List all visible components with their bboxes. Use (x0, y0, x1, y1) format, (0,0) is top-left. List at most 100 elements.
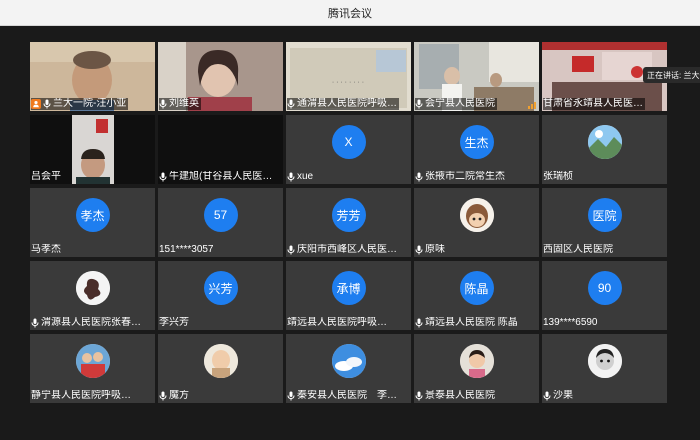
participant-avatar-image (75, 344, 110, 378)
participant-name-label: 靖远县人民医院呼吸… (287, 317, 389, 329)
participant-name-label: 靖远县人民医院 陈晶 (415, 317, 520, 329)
participant-name: 原味 (425, 244, 445, 255)
participant-tile[interactable]: · · · · · · · · 通渭县人民医院呼吸… (286, 42, 411, 111)
participant-avatar: X (331, 125, 366, 159)
participant-name-label: 刘维英 (159, 98, 201, 110)
participant-tile[interactable]: 张瑞桢 (542, 115, 667, 184)
microphone-icon (159, 99, 167, 109)
active-speaker-label: 正在讲话: 兰大一 (647, 70, 700, 80)
participant-tile[interactable]: 医院 西固区人民医院 (542, 188, 667, 257)
participant-name: 吕会平 (31, 171, 61, 182)
participant-name: 沙果 (553, 390, 573, 401)
participant-name-label: 渭源县人民医院张春… (31, 317, 143, 329)
window-titlebar: 腾讯会议 (0, 0, 700, 26)
participant-avatar-image (587, 344, 622, 378)
participant-name-label: 静宁县人民医院呼吸… (31, 390, 133, 402)
microphone-icon (159, 172, 167, 182)
participant-name: 会宁县人民医院 (425, 98, 495, 109)
participant-tile[interactable]: 魔方 (158, 334, 283, 403)
participant-tile[interactable]: 兴芳李兴芳 (158, 261, 283, 330)
participant-name: 牛建旭(甘谷县人民医… (169, 171, 273, 182)
participant-avatar: 孝杰 (75, 198, 110, 232)
participant-name-label: xue (287, 171, 315, 183)
participant-name-label: 甘肃省永靖县人民医… (543, 98, 645, 110)
microphone-icon (31, 318, 39, 328)
participant-avatar-image (587, 125, 622, 159)
participant-tile[interactable]: 渭源县人民医院张春… (30, 261, 155, 330)
participant-name: xue (297, 171, 314, 182)
participant-name-label: 139****6590 (543, 317, 600, 329)
participant-tile[interactable]: 孝杰 马孝杰 (30, 188, 155, 257)
participant-avatar-image (459, 344, 494, 378)
participant-tile[interactable]: 兰大一院-汪小亚 (30, 42, 155, 111)
participant-avatar-image (203, 344, 238, 378)
network-signal-icon (528, 102, 536, 109)
participant-name: 庆阳市西峰区人民医… (297, 244, 397, 255)
participant-name: 刘维英 (169, 98, 199, 109)
participant-name-label: 151****3057 (159, 244, 216, 256)
participant-name-label: 庆阳市西峰区人民医… (287, 244, 399, 256)
microphone-icon (415, 245, 423, 255)
participant-avatar: 承博 (331, 271, 366, 305)
participant-tile[interactable]: 57 151****3057 (158, 188, 283, 257)
participant-name: 渭源县人民医院张春… (41, 317, 141, 328)
participant-tile[interactable]: 秦安县人民医院 李… (286, 334, 411, 403)
participant-avatar-image (75, 271, 110, 305)
host-icon (31, 99, 41, 109)
participant-name: 张瑞桢 (543, 171, 573, 182)
participant-name: 西固区人民医院 (543, 244, 613, 255)
participant-avatar: 兴芳 (203, 271, 238, 305)
participant-name-label: 张掖市二院常生杰 (415, 171, 507, 183)
participant-name-label: 兰大一院-汪小亚 (31, 98, 129, 110)
microphone-icon (287, 245, 295, 255)
microphone-icon (415, 318, 423, 328)
participant-name-label: 沙果 (543, 390, 575, 402)
microphone-icon (543, 391, 551, 401)
participant-name-label: 原味 (415, 244, 447, 256)
participant-name-label: 通渭县人民医院呼吸… (287, 98, 399, 110)
window-title: 腾讯会议 (328, 7, 372, 20)
participant-tile[interactable]: 刘维英 (158, 42, 283, 111)
microphone-icon (287, 172, 295, 182)
participant-tile[interactable]: 生杰张掖市二院常生杰 (414, 115, 539, 184)
microphone-icon (415, 172, 423, 182)
participant-name: 151****3057 (159, 244, 214, 255)
participant-avatar: 生杰 (459, 125, 494, 159)
microphone-icon (287, 391, 295, 401)
participant-tile[interactable]: 90 139****6590 (542, 261, 667, 330)
participant-grid: 兰大一院-汪小亚 刘维英 · · · · · · · · 通渭县人民医院呼吸… 会宁县人… (30, 42, 667, 403)
participant-tile[interactable]: 景泰县人民医院 (414, 334, 539, 403)
microphone-icon (43, 99, 51, 109)
participant-name: 魔方 (169, 390, 189, 401)
participant-name-label: 吕会平 (31, 171, 63, 183)
microphone-icon (415, 99, 423, 109)
participant-tile[interactable]: 陈晶靖远县人民医院 陈晶 (414, 261, 539, 330)
participant-name-label: 会宁县人民医院 (415, 98, 497, 110)
participant-name: 甘肃省永靖县人民医… (543, 98, 643, 109)
participant-name: 139****6590 (543, 317, 598, 328)
participant-name-label: 西固区人民医院 (543, 244, 615, 256)
participant-tile[interactable]: 承博靖远县人民医院呼吸… (286, 261, 411, 330)
participant-tile[interactable]: Xxue (286, 115, 411, 184)
participant-tile[interactable]: 沙果 (542, 334, 667, 403)
participant-name: 静宁县人民医院呼吸… (31, 390, 131, 401)
participant-tile[interactable]: 吕会平 (30, 115, 155, 184)
participant-name-label: 马孝杰 (31, 244, 63, 256)
participant-name: 张掖市二院常生杰 (425, 171, 505, 182)
participant-avatar: 90 (587, 271, 622, 305)
participant-name-label: 景泰县人民医院 (415, 390, 497, 402)
participant-tile[interactable]: 原味 (414, 188, 539, 257)
participant-name-label: 魔方 (159, 390, 191, 402)
participant-tile[interactable]: 静宁县人民医院呼吸… (30, 334, 155, 403)
participant-tile[interactable]: 芳芳 庆阳市西峰区人民医… (286, 188, 411, 257)
participant-name: 靖远县人民医院 陈晶 (425, 317, 518, 328)
participant-tile[interactable]: 会宁县人民医院 (414, 42, 539, 111)
participant-name: 通渭县人民医院呼吸… (297, 98, 397, 109)
participant-name: 李兴芳 (159, 317, 189, 328)
participant-name: 兰大一院-汪小亚 (53, 98, 127, 109)
participant-avatar: 57 (203, 198, 238, 232)
participant-tile[interactable]: 牛建旭(甘谷县人民医… (158, 115, 283, 184)
participant-name-label: 秦安县人民医院 李… (287, 390, 399, 402)
participant-name: 秦安县人民医院 李… (297, 390, 397, 401)
participant-avatar: 陈晶 (459, 271, 494, 305)
